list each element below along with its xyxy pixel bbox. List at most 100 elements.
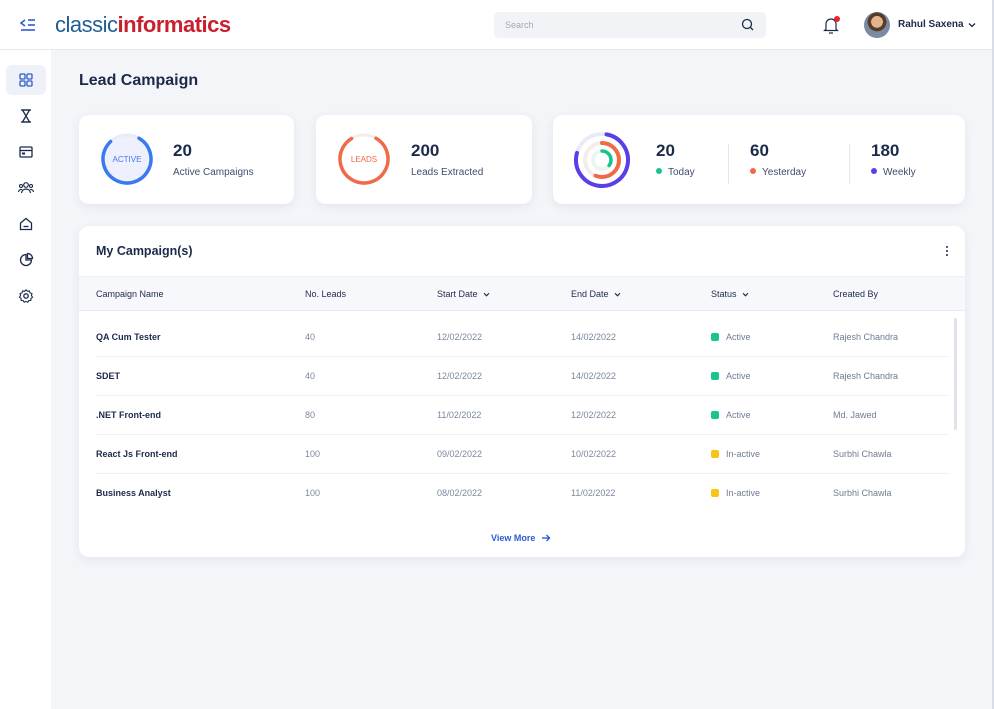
leads-extracted-card: LEADS 200 Leads Extracted [316, 115, 532, 204]
table-row[interactable]: Business Analyst 100 08/02/2022 11/02/20… [79, 474, 949, 513]
status-indicator [711, 371, 719, 380]
sidebar-item-settings[interactable] [6, 281, 46, 311]
brand-logo[interactable]: classicinformatics [55, 12, 231, 38]
cell-start-date: 12/02/2022 [437, 332, 483, 342]
cell-leads: 40 [305, 332, 316, 342]
cell-campaign-name: .NET Front-end [96, 410, 161, 420]
view-more-link[interactable]: View More [491, 533, 551, 543]
column-campaign-name: Campaign Name [96, 289, 164, 299]
cell-leads: 100 [305, 488, 321, 498]
sidebar-item-dashboard[interactable] [6, 65, 46, 95]
table-row[interactable]: .NET Front-end 80 11/02/2022 12/02/2022 … [79, 396, 949, 435]
window-icon [19, 146, 33, 158]
status-indicator [711, 410, 719, 419]
cell-created-by: Surbhi Chawla [833, 449, 892, 459]
table-row[interactable]: QA Cum Tester 40 12/02/2022 14/02/2022 A… [79, 318, 949, 357]
table-row[interactable]: SDET 40 12/02/2022 14/02/2022 Active Raj… [79, 357, 949, 396]
cell-leads: 80 [305, 410, 316, 420]
yesterday-legend: Yesterday [750, 167, 806, 178]
cell-start-date: 12/02/2022 [437, 371, 483, 381]
sidebar-item-window[interactable] [6, 137, 46, 167]
status-indicator [711, 488, 719, 497]
divider [728, 144, 729, 184]
chevron-down-icon [968, 22, 976, 27]
cell-start-date: 11/02/2022 [437, 410, 482, 420]
column-status[interactable]: Status [711, 289, 749, 299]
sidebar-item-users[interactable] [6, 173, 46, 203]
status-indicator [711, 449, 719, 458]
status-label: In-active [726, 488, 761, 498]
more-options-icon[interactable] [943, 244, 951, 258]
table-scrollbar[interactable] [954, 318, 957, 430]
sort-chevron-down-icon [614, 292, 620, 297]
collapse-menu-icon[interactable] [18, 15, 38, 35]
user-menu[interactable]: Rahul Saxena [898, 19, 976, 30]
cell-end-date: 12/02/2022 [571, 410, 617, 420]
status-label: In-active [726, 449, 761, 459]
active-campaigns-label: Active Campaigns [173, 167, 254, 178]
status-label: Active [726, 332, 751, 342]
my-campaigns-card: My Campaign(s) Campaign Name No. Leads S… [79, 226, 965, 557]
cell-leads: 40 [305, 371, 316, 381]
column-start-date[interactable]: Start Date [437, 289, 490, 299]
sidebar-item-hourglass[interactable] [6, 101, 46, 131]
logo-text-informatics: informatics [117, 12, 232, 37]
cell-campaign-name: Business Analyst [96, 488, 171, 498]
column-end-date-label: End Date [571, 289, 609, 299]
cell-start-date: 08/02/2022 [437, 488, 483, 498]
notification-bell-icon[interactable] [822, 15, 840, 35]
column-end-date[interactable]: End Date [571, 289, 621, 299]
cell-created-by: Rajesh Chandra [833, 332, 899, 342]
arrow-right-icon [542, 534, 551, 542]
table-header: Campaign Name No. Leads Start Date End D… [79, 276, 965, 311]
cell-created-by: Rajesh Chandra [833, 371, 899, 381]
search-icon[interactable] [740, 17, 756, 33]
view-more-label: View More [491, 533, 536, 543]
column-start-date-label: Start Date [437, 289, 478, 299]
cell-end-date: 10/02/2022 [571, 449, 617, 459]
active-campaigns-card: ACTIVE 20 Active Campaigns [79, 115, 294, 204]
sort-chevron-down-icon [742, 292, 748, 297]
cell-end-date: 14/02/2022 [571, 332, 617, 342]
today-legend: Today [656, 167, 695, 178]
cell-status: In-active [711, 488, 760, 498]
user-avatar[interactable] [864, 12, 890, 38]
cell-status: Active [711, 332, 751, 342]
cell-status: Active [711, 410, 751, 420]
column-created-by-label: Created By [833, 289, 879, 299]
cell-status: In-active [711, 449, 760, 459]
today-dot [656, 168, 662, 175]
logo-text-classic: classic [55, 12, 118, 37]
status-label: Active [726, 410, 751, 420]
cell-campaign-name: SDET [96, 371, 121, 381]
yesterday-dot [750, 168, 756, 175]
cell-campaign-name: React Js Front-end [96, 449, 178, 459]
dashboard-grid-icon [19, 73, 33, 87]
yesterday-count: 60 [750, 141, 769, 160]
weekly-legend: Weekly [871, 167, 916, 178]
leads-period-card: 20 Today 60 Yesterday 180 Weekly [553, 115, 965, 204]
sort-chevron-down-icon [483, 292, 489, 297]
sidebar-item-home[interactable] [6, 209, 46, 239]
status-indicator [711, 332, 719, 341]
cell-created-by: Surbhi Chawla [833, 488, 892, 498]
leads-extracted-label: Leads Extracted [411, 167, 484, 178]
cell-end-date: 11/02/2022 [571, 488, 616, 498]
top-bar: classicinformatics Rahul Saxena [0, 0, 994, 50]
period-ring-chart [574, 132, 630, 188]
user-name: Rahul Saxena [898, 19, 964, 30]
page-title: Lead Campaign [79, 72, 199, 89]
leads-ring-label: LEADS [350, 155, 378, 164]
pie-chart-icon [19, 252, 34, 267]
hourglass-icon [21, 109, 31, 123]
yesterday-label: Yesterday [762, 167, 807, 178]
search-input[interactable] [494, 12, 724, 38]
home-icon [19, 217, 33, 231]
column-no-leads-label: No. Leads [305, 289, 347, 299]
notification-dot [834, 16, 840, 22]
settings-icon [18, 289, 34, 303]
active-campaigns-count: 20 [173, 141, 192, 160]
sidebar-item-reports[interactable] [6, 245, 46, 275]
table-row[interactable]: React Js Front-end 100 09/02/2022 10/02/… [79, 435, 949, 474]
column-created-by: Created By [833, 289, 878, 299]
